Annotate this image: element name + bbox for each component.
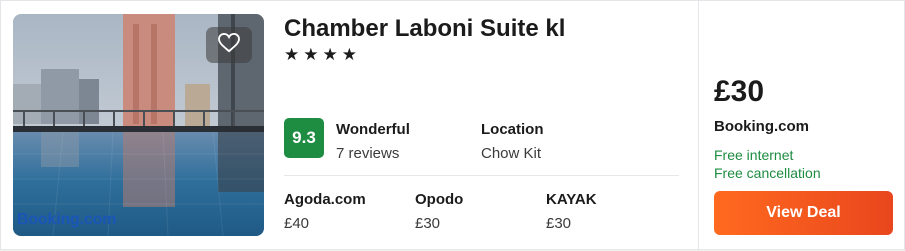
provider-price: £40: [284, 215, 310, 232]
star-rating: ★★★★: [284, 45, 361, 64]
provider-deal-opodo[interactable]: Opodo £30: [415, 191, 463, 232]
provider-deal-kayak[interactable]: KAYAK £30: [546, 191, 597, 232]
favorite-button[interactable]: [206, 27, 252, 63]
deal-feature: Free internet: [714, 147, 794, 163]
hotel-result-card: Booking.com Chamber Laboni Suite kl ★★★★…: [0, 0, 905, 251]
rating-label: Wonderful: [336, 121, 410, 138]
provider-price: £30: [415, 215, 441, 232]
photo-watermark: Booking.com: [17, 211, 117, 228]
divider: [284, 175, 679, 176]
provider-name: KAYAK: [546, 191, 597, 208]
view-deal-button[interactable]: View Deal: [714, 191, 893, 235]
deal-price: £30: [714, 75, 765, 108]
deal-feature: Free cancellation: [714, 165, 821, 181]
provider-price: £30: [546, 215, 572, 232]
provider-name: Opodo: [415, 191, 464, 208]
provider-name: Agoda.com: [284, 191, 366, 208]
provider-deal-agoda[interactable]: Agoda.com £40: [284, 191, 366, 232]
location-value: Chow Kit: [481, 145, 542, 162]
column-separator: [698, 1, 699, 251]
deal-site: Booking.com: [714, 118, 810, 135]
hotel-name[interactable]: Chamber Laboni Suite kl: [284, 15, 565, 43]
review-count: 7 reviews: [336, 145, 400, 162]
location-label: Location: [481, 121, 544, 138]
review-score-badge: 9.3: [284, 118, 324, 158]
heart-icon: [218, 32, 240, 58]
